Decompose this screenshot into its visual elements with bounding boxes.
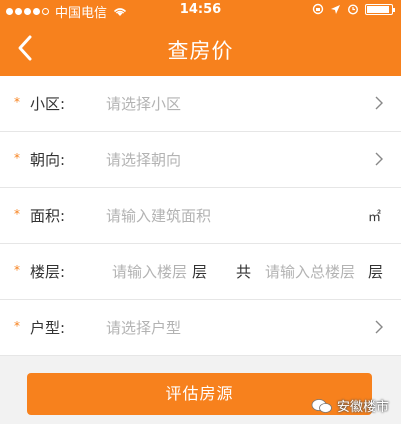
wechat-icon	[311, 398, 332, 413]
layout-row[interactable]: * 户型: 请选择户型	[0, 300, 401, 356]
required-mark: *	[14, 319, 20, 333]
nav-bar: 查房价	[0, 20, 401, 76]
status-bar: 中国电信 14:56	[0, 0, 401, 21]
floor-label: 楼层:	[30, 263, 66, 281]
area-row: * 面积: 请输入建筑面积 ㎡	[0, 188, 401, 244]
orientation-select[interactable]: 请选择朝向	[106, 149, 181, 170]
total-floor-unit: 层	[367, 263, 383, 281]
price-form: * 小区: 请选择小区 * 朝向: 请选择朝向 * 面积: 请输入建筑面积 ㎡ …	[0, 76, 401, 356]
alarm-icon	[347, 4, 359, 15]
area-input[interactable]: 请输入建筑面积	[106, 205, 211, 226]
orientation-label: 朝向:	[30, 151, 66, 169]
floor-unit: 层	[192, 263, 208, 281]
required-mark: *	[14, 151, 20, 165]
required-mark: *	[14, 207, 20, 221]
watermark: 安徽楼市	[311, 396, 389, 415]
total-prefix: 共	[236, 263, 252, 281]
status-right	[312, 3, 395, 15]
total-floor-input[interactable]: 请输入总楼层	[265, 261, 355, 282]
area-label: 面积:	[30, 207, 66, 225]
community-select[interactable]: 请选择小区	[106, 93, 181, 114]
community-row[interactable]: * 小区: 请选择小区	[0, 76, 401, 132]
layout-select[interactable]: 请选择户型	[106, 317, 181, 338]
community-label: 小区:	[30, 95, 66, 113]
chevron-right-icon	[375, 320, 383, 334]
page-title: 查房价	[167, 39, 234, 63]
orientation-row[interactable]: * 朝向: 请选择朝向	[0, 132, 401, 188]
battery-icon	[365, 3, 395, 15]
chevron-right-icon	[375, 96, 383, 110]
area-unit: ㎡	[367, 210, 381, 225]
floor-row: * 楼层: 请输入楼层 层 共 请输入总楼层 层	[0, 244, 401, 300]
rotation-lock-icon	[312, 3, 324, 15]
chevron-right-icon	[375, 152, 383, 166]
required-mark: *	[14, 263, 20, 277]
layout-label: 户型:	[30, 319, 66, 337]
floor-input[interactable]: 请输入楼层	[112, 261, 187, 282]
required-mark: *	[14, 95, 20, 109]
watermark-text: 安徽楼市	[336, 400, 389, 415]
location-icon	[331, 4, 340, 14]
